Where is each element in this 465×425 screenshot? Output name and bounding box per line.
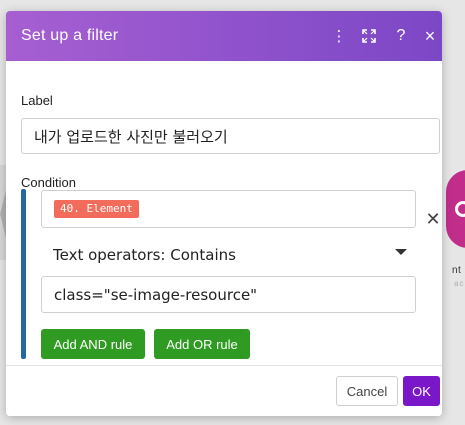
condition-value-input[interactable]: class="se-image-resource" [41, 276, 416, 313]
background-module-sublabel: ac [454, 279, 465, 288]
ok-button-label: OK [412, 383, 431, 399]
label-field-title: Label [21, 93, 53, 108]
add-or-rule-label: Add OR rule [166, 336, 238, 352]
operator-select-value: Text operators: Contains [53, 246, 236, 264]
filter-modal: Set up a filter ⋮ ? × Label 내가 업로드한 사진만 … [6, 11, 442, 416]
condition-value-text: class="se-image-resource" [54, 285, 258, 304]
label-input[interactable]: 내가 업로드한 사진만 불러오기 [21, 118, 440, 154]
cancel-button-label: Cancel [346, 383, 388, 399]
modal-header: Set up a filter ⋮ ? × [6, 11, 442, 61]
add-and-rule-button[interactable]: Add AND rule [41, 329, 145, 359]
condition-group-bar [21, 189, 26, 359]
background-module-label: nt [452, 265, 462, 276]
module-icon [455, 201, 465, 217]
kebab-icon[interactable]: ⋮ [325, 22, 353, 50]
condition-field-title: Condition [21, 175, 76, 190]
expand-icon[interactable] [355, 22, 383, 50]
add-or-rule-button[interactable]: Add OR rule [154, 329, 250, 359]
modal-body: Label 내가 업로드한 사진만 불러오기 Condition 40. Ele… [6, 61, 442, 365]
element-pill[interactable]: 40. Element [54, 200, 139, 218]
condition-operand-input[interactable]: 40. Element [41, 190, 416, 228]
add-and-rule-label: Add AND rule [53, 336, 133, 352]
chevron-down-icon [395, 249, 407, 255]
modal-title: Set up a filter [21, 27, 119, 44]
close-icon[interactable]: × [416, 22, 442, 50]
help-icon[interactable]: ? [387, 22, 415, 50]
label-input-value: 내가 업로드한 사진만 불러오기 [34, 127, 228, 146]
modal-footer: Cancel OK [6, 365, 442, 416]
remove-condition-icon[interactable]: ✕ [424, 210, 442, 228]
ok-button[interactable]: OK [403, 376, 440, 406]
operator-select[interactable]: Text operators: Contains [53, 242, 407, 268]
cancel-button[interactable]: Cancel [336, 376, 398, 406]
